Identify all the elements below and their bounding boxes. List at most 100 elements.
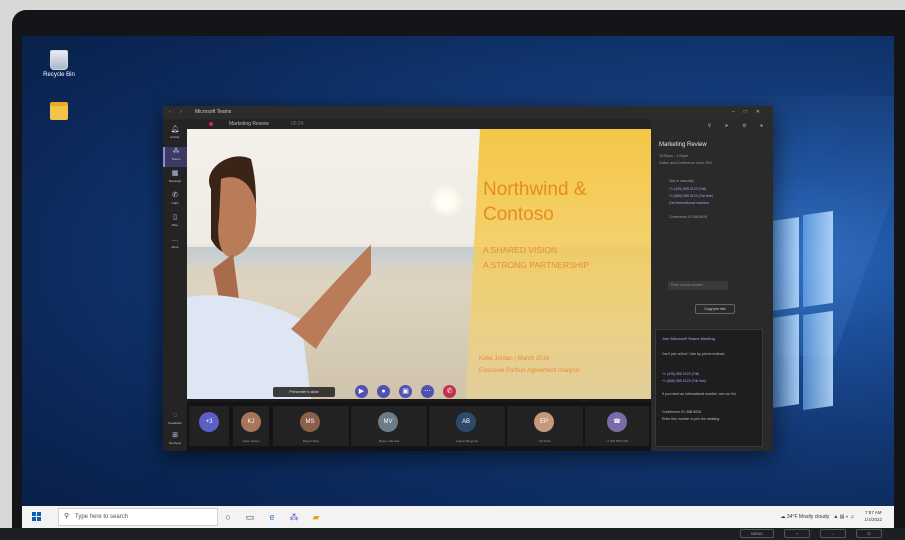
participant-name: +1 206 555 0131 [605, 439, 629, 443]
more-actions-button[interactable]: ⋯ [421, 385, 434, 398]
window-controls[interactable]: –□✕ [732, 106, 769, 119]
recycle-bin-icon [50, 50, 68, 70]
teams-taskbar-icon[interactable]: ⁂ [288, 511, 300, 523]
more-icon: … [171, 236, 179, 243]
rail-item-meetings[interactable]: ▦ Meetings [163, 169, 187, 189]
monitor-plus-button[interactable]: + [784, 529, 810, 538]
avatar: KJ [241, 412, 261, 432]
participant-tile[interactable]: MS Miguel Silva [273, 406, 349, 446]
participant-tile[interactable]: ☎ +1 206 555 0131 [585, 406, 649, 446]
slide-subtitle: A SHARED VISION A STRONG PARTNERSHIP [483, 245, 589, 270]
bell-icon: 🔔︎ [170, 126, 180, 133]
international-numbers-link[interactable]: Get international numbers [669, 201, 709, 205]
more-icon: ⋯ [424, 388, 431, 395]
taskbar-clock[interactable]: 7:57 AM 1/4/2022 [864, 509, 882, 523]
participant-tile[interactable]: EP Eli Peña [507, 406, 583, 446]
teams-icon: ⁂ [172, 148, 180, 155]
share-screen-icon: ▣ [402, 388, 409, 395]
avatar: ☎ [607, 412, 627, 432]
teams-window: ‹ › Microsoft Teams –□✕ 🔔︎ Activity ⁂ Te… [163, 106, 773, 451]
slide-person-image [187, 156, 371, 399]
participant-tile[interactable]: KJ Katie Jordan [233, 406, 269, 446]
windows-logo-wallpaper [767, 210, 837, 421]
phone-number-input[interactable]: Enter phone number [668, 281, 728, 290]
rail-item-feedback[interactable]: ◌ Feedback [163, 411, 187, 431]
meeting-details-panel: ⚲ ➤ ⚙ ● Marketing Review 10:00pm – 1:00p… [651, 119, 773, 451]
card-line: Conference ID: 568 8026 [662, 410, 702, 414]
camera-icon: ▶ [358, 388, 365, 395]
apps-icon: ⊞ [172, 432, 178, 439]
rail-item-apps[interactable]: ⊞ Get Apps [163, 431, 187, 451]
hang-up-icon: ✆ [446, 388, 453, 395]
participant-overflow-tile[interactable]: +3 [189, 406, 229, 446]
meeting-time: 10:00pm – 1:00pm [659, 154, 689, 158]
participant-name: Mateo Valencia [378, 439, 400, 443]
participant-name: Miguel Silva [302, 439, 320, 443]
join-info-card: Join Microsoft Teams Meeting Can't join … [655, 329, 763, 447]
task-view-icon[interactable]: ▭ [244, 511, 256, 523]
copy-join-info-button[interactable]: Copy join info [695, 304, 735, 314]
meeting-header: Marketing Review 00:24 [187, 119, 651, 129]
presenting-label[interactable]: Presenter's slide [273, 387, 335, 397]
meeting-location: Online and Conference room 20/4 [659, 161, 712, 165]
avatar: AB [456, 412, 476, 432]
phone-icon: ✆ [172, 192, 178, 199]
taskbar: ⚲ Type here to search ○ ▭ e ⁂ ▰ ☁ 34°F M… [22, 506, 894, 528]
file-explorer-icon[interactable]: ▰ [310, 511, 322, 523]
call-controls: Presenter's slide ▶ ● ▣ ⋯ ✆ [187, 382, 651, 402]
hang-up-button[interactable]: ✆ [443, 385, 456, 398]
participant-tile[interactable]: MV Mateo Valencia [351, 406, 427, 446]
shared-slide: Northwind & Contoso A SHARED VISION A ST… [187, 129, 651, 399]
monitor-minus-button[interactable]: – [820, 529, 846, 538]
desktop-icon-recycle-bin[interactable]: Recycle Bin [36, 50, 82, 78]
conference-id: Conference ID 568 8026 [669, 215, 708, 219]
slide-footer: Katie Jordan | March 2016 Exclusive Part… [479, 356, 581, 374]
desktop-icon-label: Recycle Bin [43, 72, 75, 78]
camera-button[interactable]: ▶ [355, 385, 368, 398]
dial-number-1[interactable]: +1 (425) 555 0123 (Toll) [669, 187, 706, 191]
rail-item-files[interactable]: ▯ Files [163, 213, 187, 233]
start-button[interactable] [32, 512, 42, 522]
desktop-icon-folder[interactable] [36, 102, 82, 122]
meeting-elapsed: 00:24 [291, 121, 304, 127]
dial-number-2[interactable]: +1 (866) 555 0123 (Toll free) [669, 194, 713, 198]
file-icon: ▯ [173, 214, 177, 221]
participant-roster: +3 KJ Katie Jordan MS Miguel Silva MV Ma… [187, 402, 651, 451]
back-forward-icons[interactable]: ‹ › [169, 106, 186, 119]
edge-icon[interactable]: e [266, 511, 278, 523]
folder-icon [50, 102, 68, 120]
taskbar-search[interactable]: ⚲ Type here to search [58, 508, 218, 526]
app-rail: 🔔︎ Activity ⁂ Teams ▦ Meetings ✆ Calls ▯… [163, 119, 187, 451]
card-line: Enter this number to join the meeting. [662, 417, 721, 421]
desktop: Recycle Bin ‹ › Microsoft Teams –□✕ 🔔︎ A… [22, 36, 894, 528]
monitor-power-button[interactable]: ⏻ [856, 529, 882, 538]
monitor-menu-button[interactable]: MENU [740, 529, 774, 538]
participant-tile[interactable]: AB August Bergman [429, 406, 505, 446]
rail-item-calls[interactable]: ✆ Calls [163, 191, 187, 211]
window-title: Microsoft Teams [195, 109, 232, 115]
meeting-stage: Marketing Review 00:24 Northwind & Conto… [187, 119, 651, 451]
system-tray[interactable]: ☁ 34°F Mostly cloudy ▲ ▤ ◐ ♫ [781, 506, 854, 528]
rail-item-activity[interactable]: 🔔︎ Activity [163, 125, 187, 145]
search-icon: ⚲ [64, 513, 70, 520]
slide-title: Northwind & Contoso [483, 179, 587, 225]
panel-header-icons[interactable]: ⚲ ➤ ⚙ ● [707, 123, 769, 129]
dial-in-label: Dial in manually [669, 179, 694, 183]
card-line[interactable]: +1 (425) 555 0123 (Toll) [662, 372, 699, 376]
avatar: EP [534, 412, 554, 432]
participant-name: August Bergman [455, 439, 479, 443]
recording-dot-icon [209, 122, 213, 126]
participant-name: Katie Jordan [242, 439, 260, 443]
avatar: MV [378, 412, 398, 432]
mic-icon: ● [381, 388, 386, 395]
card-title[interactable]: Join Microsoft Teams Meeting [662, 336, 715, 341]
cortana-icon[interactable]: ○ [222, 511, 234, 523]
rail-item-more[interactable]: … More [163, 235, 187, 255]
share-button[interactable]: ▣ [399, 385, 412, 398]
title-bar: ‹ › Microsoft Teams –□✕ [163, 106, 773, 119]
card-line: Can't join online? Join by phone instead… [662, 352, 725, 356]
rail-item-teams[interactable]: ⁂ Teams [163, 147, 187, 167]
card-line[interactable]: +1 (866) 555 0123 (Toll free) [662, 379, 706, 383]
mic-button[interactable]: ● [377, 385, 390, 398]
card-line: If you need an international number, see… [662, 392, 737, 396]
